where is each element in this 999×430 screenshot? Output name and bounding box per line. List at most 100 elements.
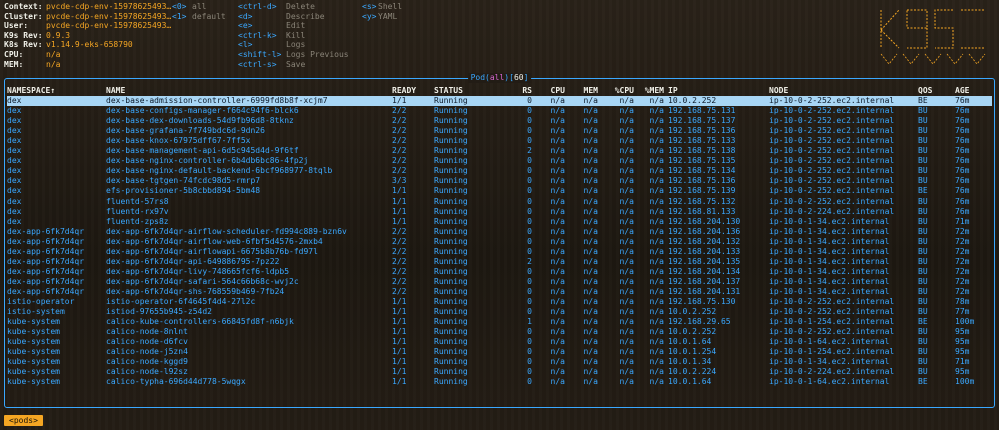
table-cell: dex [7,106,22,116]
column-header[interactable]: MEM [569,86,602,96]
table-cell: n/a [649,206,664,216]
table-cell: 1 [527,317,532,327]
table-row[interactable]: kube-system calico-node-j5zn4 1/1 Running 0 n… [7,347,992,357]
table-cell: ip-10-0-2-252.ec2.internal [769,196,895,206]
table-row[interactable]: dex dex-base-tgtgen-74fcdc98d5-rmrp7 3/3 Ru… [7,176,992,186]
column-header[interactable]: QOS [918,86,955,96]
menu-action: Logs Previous [286,49,349,59]
table-cell: n/a [619,307,634,317]
table-cell: 192.168.81.133 [668,206,736,216]
table-row[interactable]: kube-system calico-kube-controllers-66845… [7,317,992,327]
table-row[interactable]: dex dex-base-admission-controller-6999fd8… [7,96,992,107]
table-row[interactable]: dex fluentd-zps8z 1/1 Running 0 n/a n/a n/a n/a 1… [7,217,992,227]
column-header[interactable]: CPU [536,86,569,96]
table-row[interactable]: istio-operator istio-operator-6f4645f4d4-… [7,297,992,307]
table-row[interactable]: dex-app-6fk7d4qr dex-app-6fk7d4qr-api-649… [7,257,992,267]
table-row[interactable]: dex-app-6fk7d4qr dex-app-6fk7d4qr-airflow… [7,227,992,237]
table-row[interactable]: kube-system calico-node-d6fcv 1/1 Running 0 n… [7,337,992,347]
table-row[interactable]: dex fluentd-rx97v 1/1 Running 0 n/a n/a n/a n/a 1… [7,207,992,217]
menu-item[interactable]: <s> Shell [362,2,402,12]
table-cell: 2/2 [392,116,407,126]
table-row[interactable]: dex dex-base-grafana-7f749bdc6d-9dn26 2/2 R… [7,126,992,136]
table-row[interactable]: dex-app-6fk7d4qr dex-app-6fk7d4qr-shs-768… [7,287,992,297]
table-cell: 95m [955,367,970,377]
table-cell: dex [7,196,22,206]
menu-hotkey: <s> [362,2,377,11]
table-row[interactable]: dex dex-base-knox-67975dff67-7ff5x 2/2 Runn… [7,136,992,146]
table-cell: 1/1 [392,216,407,226]
column-header[interactable]: NODE [769,86,918,96]
column-header[interactable]: READY [392,86,434,96]
menu-item[interactable]: <1> default [172,12,226,22]
menu-item[interactable]: <e> Edit [238,21,349,31]
table-cell: istio-operator-6f4645f4d4-27l2c [106,297,256,306]
table-cell: 72m [955,246,970,256]
column-header[interactable]: %MEM [638,86,668,96]
table-cell: 192.168.204.130 [668,216,741,226]
table-cell: dex [7,146,22,156]
table-row[interactable]: dex dex-base-configs-manager-f664c94f6-bl… [7,106,992,116]
menu-action: Describe [286,11,325,21]
menu-item[interactable]: <d> Describe [238,12,349,22]
table-cell: ip-10-0-1-64.ec2.internal [769,337,890,347]
table-row[interactable]: dex-app-6fk7d4qr dex-app-6fk7d4qr-airflow… [7,237,992,247]
table-row[interactable]: dex efs-provisioner-5b8cbbd894-5bm48 1/1 Ru… [7,186,992,196]
menu-item[interactable]: <ctrl-k> Kill [238,31,349,41]
table-cell: 192.168.204.133 [668,246,741,256]
table-row[interactable]: dex dex-base-nginx-controller-6b4db6bc86-… [7,156,992,166]
table-cell: n/a [649,337,664,347]
table-row[interactable]: kube-system calico-node-l92sz 1/1 Running 0 n… [7,367,992,377]
table-cell: n/a [649,226,664,236]
table-cell: n/a [536,96,569,107]
table-row[interactable]: dex dex-base-dex-downloads-54d9fb96d8-8tk… [7,116,992,126]
table-cell: ip-10-0-2-252.ec2.internal [769,327,895,337]
column-header[interactable]: IP [668,86,769,96]
menu-item[interactable]: <0> all [172,2,226,12]
info-label: User: [4,21,29,31]
column-header[interactable]: NAME [106,86,392,96]
table-cell: 78m [955,297,970,306]
table-row[interactable]: dex-app-6fk7d4qr dex-app-6fk7d4qr-airflow… [7,247,992,257]
menu-item[interactable]: <shift-l> Logs Previous [238,50,349,60]
table-row[interactable]: dex dex-base-nginx-default-backend-6bcf96… [7,166,992,176]
table-row[interactable]: dex dex-base-management-api-6d5c945d4d-9f… [7,146,992,156]
column-header[interactable]: STATUS [434,86,504,96]
table-row[interactable]: dex-app-6fk7d4qr dex-app-6fk7d4qr-safari-… [7,277,992,287]
table-cell: BU [918,216,928,226]
table-cell: calico-node-kggd9 [106,357,188,367]
table-cell: n/a [619,377,634,387]
view-title: Pod(all)[60] [467,73,532,83]
table-row[interactable]: istio-system istiod-97655b945-z54d2 1/1 Run… [7,307,992,317]
table-row[interactable]: dex-app-6fk7d4qr dex-app-6fk7d4qr-livy-74… [7,267,992,277]
menu-item[interactable]: <l> Logs [238,40,349,50]
table-cell: Running [434,266,468,276]
command-menu: <ctrl-d> Delete <d> Describe <e> Edit <ctrl-k>… [238,2,349,69]
table-cell: dex-app-6fk7d4qr [7,226,85,236]
info-value: n/a [46,59,61,69]
table-row[interactable]: kube-system calico-node-8nlnt 1/1 Running 0 n… [7,327,992,337]
table-cell: 76m [955,106,970,116]
table-row[interactable]: kube-system calico-typha-696d44d778-5wqgx… [7,377,992,387]
table-row[interactable]: kube-system calico-node-kggd9 1/1 Running 0 n… [7,357,992,367]
table-cell: n/a [550,347,565,357]
table-cell: n/a [619,327,634,337]
table-cell: 72m [955,286,970,296]
table-cell: n/a [619,166,634,176]
column-header[interactable]: NAMESPACE↑ [7,86,106,96]
column-header[interactable]: %CPU [602,86,638,96]
column-header[interactable]: AGE [955,86,992,96]
table-cell: 1/1 [392,367,407,377]
info-label: Context: [4,2,43,11]
menu-item[interactable]: <ctrl-d> Delete [238,2,349,12]
table-cell: 2/2 [392,106,407,116]
column-header[interactable]: RS [504,86,536,96]
menu-item[interactable]: <y> YAML [362,12,402,22]
table-cell: kube-system [7,357,60,367]
table-row[interactable]: dex fluentd-57rs8 1/1 Running 0 n/a n/a n/a n/a 1… [7,197,992,207]
table-cell: n/a [649,307,664,317]
menu-item[interactable]: <ctrl-s> Save [238,60,349,70]
table-cell: n/a [619,106,634,116]
info-row: MEM: n/a [4,60,171,70]
table-cell: Running [434,307,468,317]
breadcrumb-pods[interactable]: <pods> [4,415,43,426]
